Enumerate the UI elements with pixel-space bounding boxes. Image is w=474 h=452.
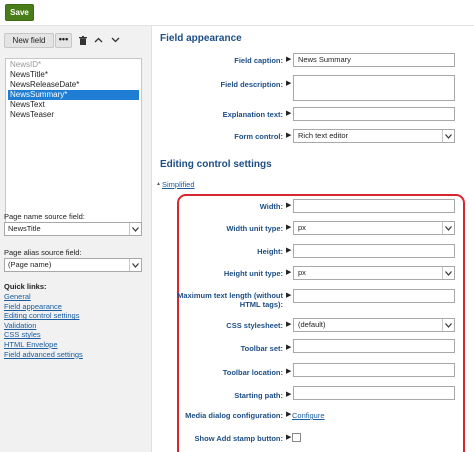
quick-links: General Field appearance Editing control… [4, 292, 83, 359]
quick-link-html-envelope[interactable]: HTML Envelope [4, 340, 83, 350]
arrow-icon: ▶ [286, 321, 292, 328]
list-item[interactable]: NewsTitle* [8, 70, 139, 80]
field-list[interactable]: NewsID* NewsTitle* NewsReleaseDate* News… [5, 58, 142, 230]
list-item-selected[interactable]: NewsSummary* [8, 90, 139, 100]
list-item[interactable]: NewsTeaser [8, 110, 139, 120]
list-item[interactable]: NewsReleaseDate* [8, 80, 139, 90]
editing-control-settings-title: Editing control settings [160, 159, 272, 170]
show-add-stamp-label: Show Add stamp button: [194, 434, 283, 443]
arrow-icon: ▶ [286, 132, 292, 139]
width-unit-type-select[interactable]: px [293, 221, 455, 235]
configure-link[interactable]: Configure [292, 411, 325, 420]
toolbar-location-label: Toolbar location: [222, 368, 283, 377]
new-field-button[interactable]: New field [4, 33, 54, 48]
page-alias-source-value: (Page name) [8, 260, 52, 269]
arrow-icon: ▶ [286, 110, 292, 117]
max-text-length-label-line2: HTML tags): [239, 300, 283, 309]
chevron-down-icon [129, 259, 141, 271]
quick-link-field-appearance[interactable]: Field appearance [4, 302, 83, 312]
media-dialog-configuration-label: Media dialog configuration: [185, 411, 283, 420]
field-description-input[interactable] [293, 75, 455, 101]
collapse-icon[interactable]: ▲ [156, 181, 161, 187]
delete-icon[interactable] [76, 33, 90, 48]
height-label: Height: [257, 247, 283, 256]
form-control-select[interactable]: Rich text editor [293, 129, 455, 143]
arrow-icon: ▶ [286, 202, 292, 209]
quick-links-title: Quick links: [4, 282, 47, 291]
arrow-icon: ▶ [286, 292, 292, 299]
arrow-icon: ▶ [286, 269, 292, 276]
height-unit-type-label: Height unit type: [223, 269, 283, 278]
css-stylesheet-label: CSS stylesheet: [226, 321, 283, 330]
page-name-source-value: NewsTitle [8, 224, 41, 233]
quick-link-field-advanced-settings[interactable]: Field advanced settings [4, 350, 83, 360]
width-label: Width: [259, 202, 283, 211]
chevron-down-icon [442, 222, 454, 234]
arrow-icon: ▶ [286, 80, 292, 87]
page-alias-source-label: Page alias source field: [4, 248, 82, 257]
toolbar-set-label: Toolbar set: [240, 344, 283, 353]
field-description-label: Field description: [220, 80, 283, 89]
explanation-text-input[interactable] [293, 107, 455, 121]
top-toolbar: Save [0, 0, 474, 26]
arrow-icon: ▶ [286, 344, 292, 351]
list-item[interactable]: NewsText [8, 100, 139, 110]
toolbar-set-input[interactable] [293, 339, 455, 353]
width-unit-type-label: Width unit type: [226, 224, 283, 233]
form-control-value: Rich text editor [298, 131, 349, 140]
quick-link-validation[interactable]: Validation [4, 321, 83, 331]
height-unit-type-select[interactable]: px [293, 266, 455, 280]
starting-path-label: Starting path: [234, 391, 283, 400]
chevron-down-icon [442, 267, 454, 279]
move-up-icon[interactable] [91, 33, 105, 48]
toolbar-location-input[interactable] [293, 363, 455, 377]
starting-path-input[interactable] [293, 386, 455, 400]
quick-link-css-styles[interactable]: CSS styles [4, 330, 83, 340]
chevron-down-icon [129, 223, 141, 235]
more-options-button[interactable]: ••• [55, 33, 72, 48]
chevron-down-icon [442, 319, 454, 331]
width-input[interactable] [293, 199, 455, 213]
arrow-icon: ▶ [286, 391, 292, 398]
height-input[interactable] [293, 244, 455, 258]
css-stylesheet-select[interactable]: (default) [293, 318, 455, 332]
page-alias-source-select[interactable]: (Page name) [4, 258, 142, 272]
arrow-icon: ▶ [286, 247, 292, 254]
field-caption-input[interactable]: News Summary [293, 53, 455, 67]
field-caption-label: Field caption: [234, 56, 283, 65]
chevron-down-icon [442, 130, 454, 142]
save-button[interactable]: Save [5, 4, 34, 21]
left-panel: New field ••• NewsID* NewsTitle* NewsRel… [0, 26, 152, 452]
width-unit-type-value: px [298, 223, 306, 232]
css-stylesheet-value: (default) [298, 320, 326, 329]
explanation-text-label: Explanation text: [222, 110, 283, 119]
max-text-length-input[interactable] [293, 289, 455, 303]
arrow-icon: ▶ [286, 56, 292, 63]
show-add-stamp-checkbox[interactable] [292, 433, 301, 442]
form-control-label: Form control: [234, 132, 283, 141]
move-down-icon[interactable] [108, 33, 122, 48]
arrow-icon: ▶ [286, 224, 292, 231]
arrow-icon: ▶ [286, 368, 292, 375]
list-item[interactable]: NewsID* [8, 60, 139, 70]
page-name-source-label: Page name source field: [4, 212, 85, 221]
main-panel: Field appearance Field caption: ▶ News S… [153, 26, 474, 452]
field-appearance-title: Field appearance [160, 33, 242, 44]
max-text-length-label-line1: Maximum text length (without [177, 291, 283, 300]
quick-link-editing-control-settings[interactable]: Editing control settings [4, 311, 83, 321]
height-unit-type-value: px [298, 268, 306, 277]
page-name-source-select[interactable]: NewsTitle [4, 222, 142, 236]
quick-link-general[interactable]: General [4, 292, 83, 302]
simplified-toggle-link[interactable]: Simplified [162, 180, 195, 189]
